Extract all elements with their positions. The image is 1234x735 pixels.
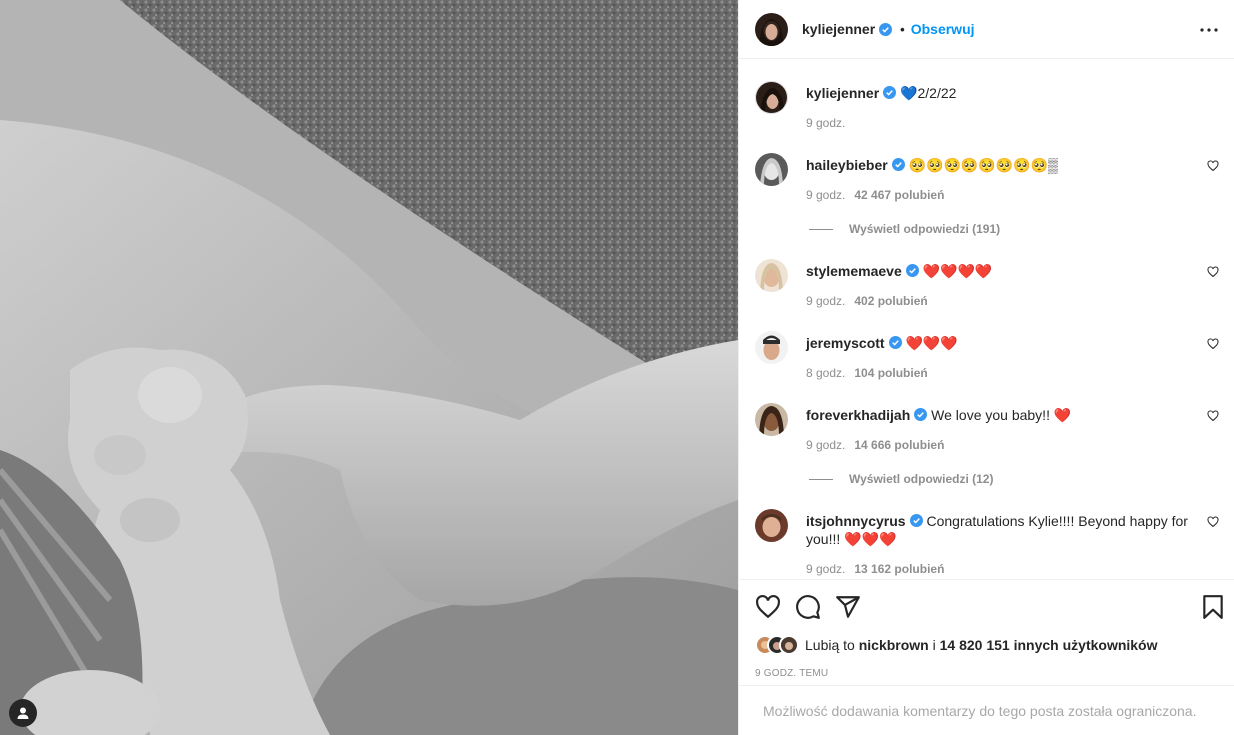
author-avatar[interactable]	[755, 12, 788, 46]
header-separator: •	[900, 21, 905, 37]
comment-icon[interactable]	[795, 594, 821, 620]
view-replies-button[interactable]: Wyświetl odpowiedzi (191)	[809, 222, 1000, 236]
comments-restricted-notice: Możliwość dodawania komentarzy do tego p…	[739, 685, 1234, 735]
comments-list[interactable]: kyliejenner 💙2/2/22 9 godz. haileybieber…	[739, 59, 1234, 579]
comment-username[interactable]: itsjohnnycyrus	[806, 513, 906, 529]
comment-username[interactable]: stylememaeve	[806, 263, 902, 279]
commenter-avatar[interactable]	[755, 153, 788, 186]
verified-icon	[888, 336, 902, 349]
comment-username[interactable]: jeremyscott	[806, 335, 885, 351]
comment-text: We love you baby!! ❤️	[931, 407, 1072, 423]
heart-icon[interactable]	[1207, 338, 1219, 350]
comment-text: 🥺🥺🥺🥺🥺🥺🥺🥺▒	[908, 157, 1058, 173]
comment-likes[interactable]: 42 467 polubień	[854, 188, 944, 202]
liked-by: Lubią to nickbrown i 14 820 151 innych u…	[755, 635, 1158, 655]
verified-icon	[905, 264, 919, 277]
comment-text: ❤️❤️❤️	[905, 335, 958, 351]
share-icon[interactable]	[835, 594, 861, 620]
verified-icon	[914, 408, 928, 421]
heart-icon[interactable]	[1207, 266, 1219, 278]
verified-icon	[891, 158, 905, 171]
caption-time[interactable]: 9 godz.	[806, 116, 845, 130]
bookmark-icon[interactable]	[1200, 594, 1226, 620]
heart-icon[interactable]	[1207, 410, 1219, 422]
view-replies-label: Wyświetl odpowiedzi (12)	[849, 472, 994, 486]
comment-likes[interactable]: 402 polubień	[854, 294, 927, 308]
author-avatar[interactable]	[755, 81, 788, 114]
comment-time[interactable]: 9 godz.	[806, 188, 845, 202]
post-actions: Lubią to nickbrown i 14 820 151 innych u…	[739, 579, 1234, 685]
comment-likes[interactable]: 104 polubień	[854, 366, 927, 380]
post-side-panel: kyliejenner • Obserwuj kyliejenner 💙2/2/…	[738, 0, 1234, 735]
comment-username[interactable]: haileybieber	[806, 157, 888, 173]
comment-time[interactable]: 9 godz.	[806, 294, 845, 308]
user-tag-icon[interactable]	[9, 699, 37, 727]
liker-avatar	[779, 635, 799, 655]
author-username[interactable]: kyliejenner	[802, 21, 875, 37]
post-photo[interactable]	[0, 0, 738, 735]
commenter-avatar[interactable]	[755, 259, 788, 292]
view-replies-label: Wyświetl odpowiedzi (191)	[849, 222, 1001, 236]
comment-username[interactable]: foreverkhadijah	[806, 407, 910, 423]
more-horizontal-icon[interactable]	[1197, 18, 1221, 42]
view-replies-button[interactable]: Wyświetl odpowiedzi (12)	[809, 472, 993, 486]
liked-by-text: Lubią to nickbrown i 14 820 151 innych u…	[805, 637, 1158, 653]
follow-button[interactable]: Obserwuj	[911, 21, 975, 37]
heart-icon[interactable]	[1207, 516, 1219, 528]
heart-icon[interactable]	[1207, 160, 1219, 172]
post-header: kyliejenner • Obserwuj	[739, 0, 1234, 59]
replies-divider	[809, 228, 833, 230]
liked-by-prefix: Lubią to	[805, 637, 855, 653]
liked-by-user[interactable]: nickbrown	[859, 637, 929, 653]
heart-icon[interactable]	[755, 594, 781, 620]
liked-by-conj: i	[932, 637, 936, 653]
verified-icon	[883, 86, 897, 99]
comment-time[interactable]: 9 godz.	[806, 438, 845, 452]
liked-by-others[interactable]: 14 820 151 innych użytkowników	[940, 637, 1158, 653]
comment-text: ❤️❤️❤️❤️	[922, 263, 993, 279]
verified-icon	[909, 514, 923, 527]
commenter-avatar[interactable]	[755, 403, 788, 436]
caption-username[interactable]: kyliejenner	[806, 85, 879, 101]
commenter-avatar[interactable]	[755, 331, 788, 364]
post-image	[0, 0, 738, 735]
post-timestamp[interactable]: 9 godz. temu	[755, 668, 828, 679]
comment-likes[interactable]: 13 162 polubień	[854, 562, 944, 576]
comment-likes[interactable]: 14 666 polubień	[854, 438, 944, 452]
caption-text: 💙2/2/22	[900, 85, 957, 101]
comment-time[interactable]: 8 godz.	[806, 366, 845, 380]
verified-icon	[879, 22, 893, 36]
commenter-avatar[interactable]	[755, 509, 788, 542]
replies-divider	[809, 478, 833, 480]
comment-time[interactable]: 9 godz.	[806, 562, 845, 576]
